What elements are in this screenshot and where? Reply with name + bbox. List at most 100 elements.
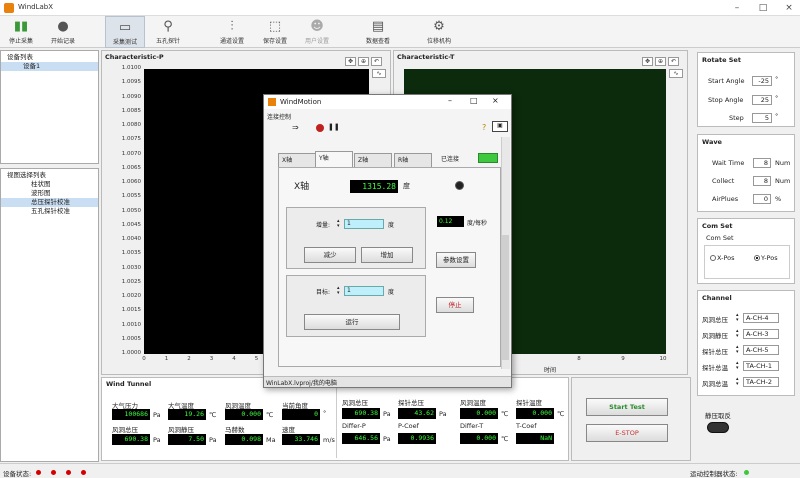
- channel-label: 探针总压: [702, 348, 728, 356]
- airplues-label: AirPlues: [712, 195, 739, 203]
- status-led: [81, 470, 86, 475]
- tab-y[interactable]: Y轴: [315, 151, 353, 167]
- dialog-close-button[interactable]: ×: [492, 96, 499, 105]
- displacement-mechanism-button[interactable]: ⚙ 位移机构: [420, 16, 458, 48]
- channel-select[interactable]: A-CH-5: [743, 345, 779, 355]
- pan-tool-icon[interactable]: ✥: [345, 57, 356, 66]
- stop-angle-input[interactable]: 25: [752, 95, 772, 105]
- dialog-scroll-thumb[interactable]: [502, 235, 509, 360]
- channel-select[interactable]: A-CH-3: [743, 329, 779, 339]
- view-item[interactable]: 波形图: [7, 189, 98, 198]
- data-view-button[interactable]: ▤ 数据查看: [360, 16, 396, 48]
- deg-unit: °: [775, 75, 779, 83]
- stop-button[interactable]: 停止: [436, 297, 474, 313]
- tunnel-total-p-unit: Pa: [153, 436, 161, 444]
- snapshot-icon[interactable]: ▣: [492, 121, 508, 132]
- delta-stepper[interactable]: ▴ ▾: [337, 219, 343, 229]
- channel-select[interactable]: TA-CH-2: [743, 377, 779, 387]
- tab-r[interactable]: R轴: [394, 153, 432, 167]
- undo-tool-icon[interactable]: ↶: [371, 57, 382, 66]
- acquisition-test-button[interactable]: ▭ 采集测试: [105, 16, 145, 48]
- minimize-button[interactable]: –: [730, 2, 744, 14]
- title-bar: WindLabX – □ ×: [0, 0, 800, 16]
- probe-label: 探针温度: [516, 399, 542, 407]
- run-arrow-icon[interactable]: ⇒: [292, 123, 299, 132]
- start-record-button[interactable]: ● 开始记录: [46, 16, 80, 48]
- channel-stepper[interactable]: ▴ ▾: [736, 345, 739, 355]
- zoom-tool-icon[interactable]: ⊕: [655, 57, 666, 66]
- channel-stepper[interactable]: ▴ ▾: [736, 377, 739, 387]
- start-angle-input[interactable]: -25: [752, 76, 772, 86]
- wave-title: Wave: [702, 138, 722, 146]
- decrease-button[interactable]: 减少: [304, 247, 356, 263]
- delta-input[interactable]: 1: [344, 219, 384, 229]
- start-test-button[interactable]: Start Test: [586, 398, 668, 416]
- channel-select[interactable]: A-CH-4: [743, 313, 779, 323]
- axis-unit: 度: [403, 182, 410, 190]
- device-item[interactable]: 设备1: [1, 62, 98, 71]
- pause-icon[interactable]: ❚❚: [328, 123, 340, 131]
- view-list-title: 视图选择列表: [7, 171, 46, 179]
- airplues-input[interactable]: 0: [753, 194, 771, 204]
- five-hole-probe-button[interactable]: ⚲ 五孔探针: [150, 16, 186, 48]
- y-tick-label: 1.0010: [121, 321, 141, 328]
- device-status-label: 设备状态:: [3, 470, 32, 478]
- plot-p-title: Characteristic-P: [105, 53, 164, 61]
- stop-angle-label: Stop Angle: [708, 96, 744, 104]
- channel-stepper[interactable]: ▴ ▾: [736, 313, 739, 323]
- wait-time-input[interactable]: 8: [753, 158, 771, 168]
- channel-label: 风洞总压: [702, 316, 728, 324]
- tab-x[interactable]: X轴: [278, 153, 316, 167]
- axis-status-led: [455, 181, 464, 190]
- help-icon[interactable]: ?: [482, 123, 486, 132]
- deg-unit: °: [775, 94, 779, 102]
- maximize-button[interactable]: □: [756, 2, 770, 14]
- static-invert-toggle[interactable]: [707, 422, 729, 433]
- controller-status-label: 运动控制器状态:: [690, 470, 738, 478]
- target-input[interactable]: 1: [344, 286, 384, 296]
- increase-button[interactable]: 增加: [361, 247, 413, 263]
- run-button[interactable]: 运行: [304, 314, 400, 330]
- x-tick-label: 0: [142, 356, 146, 362]
- y-tick-label: 1.0075: [121, 136, 141, 143]
- view-item[interactable]: 五孔探针校准: [7, 207, 98, 216]
- target-stepper[interactable]: ▴ ▾: [337, 286, 343, 296]
- connected-label: 已连接: [441, 156, 460, 163]
- monitor-icon: ▭: [118, 20, 132, 35]
- speed-value: 33.746: [282, 434, 320, 445]
- stop-acquisition-button[interactable]: ▮▮ 停止采集: [4, 16, 38, 48]
- dialog-menu[interactable]: 连接控制: [267, 112, 291, 121]
- user-settings-button[interactable]: ☻ 用户设置: [300, 16, 334, 48]
- x-tick-label: 1: [164, 356, 169, 362]
- y-tick-label: 1.0025: [121, 278, 141, 285]
- zoom-tool-icon[interactable]: ⊕: [358, 57, 369, 66]
- collect-input[interactable]: 8: [753, 176, 771, 186]
- view-item-selected[interactable]: 总压探针校准: [1, 198, 98, 207]
- save-settings-button[interactable]: ⬚ 保存设置: [258, 16, 292, 48]
- stop-circle-icon[interactable]: [316, 124, 324, 132]
- tab-z[interactable]: Z轴: [354, 153, 392, 167]
- close-button[interactable]: ×: [782, 2, 796, 14]
- windmotion-dialog: WindMotion – □ × 连接控制 ⇒ ❚❚ ? ▣ X轴 Y轴 Z轴 …: [263, 94, 512, 388]
- y-pos-label: Y-Pos: [761, 254, 778, 262]
- dialog-minimize-button[interactable]: –: [448, 96, 452, 105]
- estop-button[interactable]: E-STOP: [586, 424, 668, 442]
- channel-stepper[interactable]: ▴ ▾: [736, 361, 739, 371]
- undo-tool-icon[interactable]: ↶: [668, 57, 679, 66]
- y-tick-label: 1.0035: [121, 250, 141, 257]
- view-item[interactable]: 柱状图: [7, 180, 98, 189]
- y-tick-label: 1.0080: [121, 122, 141, 128]
- pan-tool-icon[interactable]: ✥: [642, 57, 653, 66]
- y-tick-label: 1.0070: [121, 150, 141, 157]
- channel-select[interactable]: TA-CH-1: [743, 361, 779, 371]
- target-label: 目标:: [316, 289, 331, 296]
- x-pos-radio[interactable]: [710, 255, 716, 261]
- params-button[interactable]: 参数设置: [436, 252, 476, 268]
- channel-stepper[interactable]: ▴ ▾: [736, 329, 739, 339]
- status-bar: 设备状态: 运动控制器状态:: [0, 463, 800, 478]
- y-pos-radio[interactable]: [754, 255, 760, 261]
- channel-settings-button[interactable]: ⫶ 通道设置: [215, 16, 249, 48]
- bar-chart-icon: ▮▮: [13, 19, 29, 34]
- step-input[interactable]: 5: [752, 113, 772, 123]
- dialog-maximize-button[interactable]: □: [470, 96, 478, 105]
